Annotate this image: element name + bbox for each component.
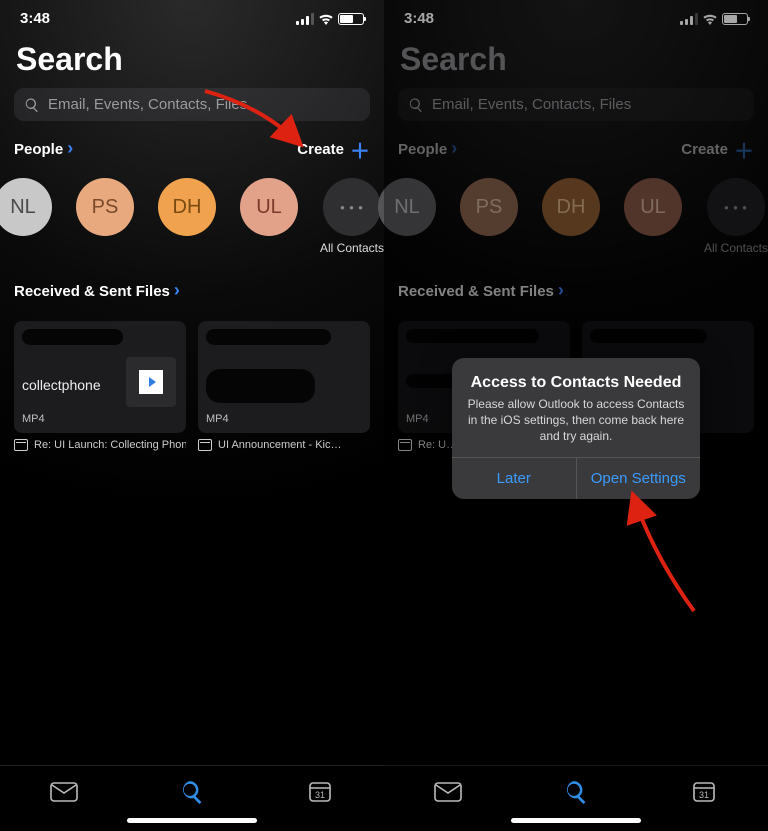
create-label: Create	[297, 141, 344, 158]
dialog-title: Access to Contacts Needed	[466, 374, 686, 392]
files-row: collectphone MP4 MP4	[0, 309, 384, 433]
all-contacts-label: All Contacts	[320, 242, 384, 255]
status-time: 3:48	[20, 10, 50, 27]
person-item[interactable]: PS	[74, 178, 136, 256]
play-icon	[149, 377, 156, 387]
file-meta-text: Re: UI Launch: Collecting Phone Num…	[34, 439, 186, 451]
status-indicators	[296, 13, 364, 25]
chevron-right-icon: ›	[67, 138, 73, 159]
wifi-icon	[318, 13, 334, 25]
avatar: NL	[0, 178, 52, 236]
bottom-nav: 31	[0, 765, 384, 812]
file-meta[interactable]: UI Announcement - Kic…	[198, 439, 370, 451]
calendar-icon: 31	[692, 780, 716, 804]
nav-mail[interactable]	[434, 780, 462, 804]
mail-icon	[50, 781, 78, 803]
later-button[interactable]: Later	[452, 458, 576, 499]
search-icon	[563, 779, 589, 805]
people-link[interactable]: People ›	[14, 140, 73, 159]
search-input[interactable]: Email, Events, Contacts, Files	[14, 88, 370, 121]
calendar-icon: 31	[308, 780, 332, 804]
person-name	[267, 242, 270, 256]
redacted-block	[206, 369, 315, 403]
files-header-row: Received & Sent Files ›	[0, 264, 384, 309]
cellular-icon	[296, 13, 314, 25]
person-name	[21, 242, 24, 256]
status-bar: 3:48	[0, 0, 384, 31]
mail-icon	[198, 439, 212, 451]
search-icon	[179, 779, 205, 805]
all-contacts-item[interactable]: ● ● ● All Contacts	[320, 178, 384, 256]
file-meta-row: Re: UI Launch: Collecting Phone Num… UI …	[0, 433, 384, 451]
nav-mail[interactable]	[50, 780, 78, 804]
nav-calendar[interactable]: 31	[306, 780, 334, 804]
home-indicator[interactable]	[511, 818, 641, 823]
files-link[interactable]: Received & Sent Files ›	[14, 282, 180, 301]
mail-icon	[14, 439, 28, 451]
file-ext: MP4	[22, 413, 178, 425]
avatar: UL	[240, 178, 298, 236]
permissions-dialog: Access to Contacts Needed Please allow O…	[452, 358, 700, 499]
plus-icon: ＋	[350, 135, 370, 164]
file-meta-text: UI Announcement - Kic…	[218, 439, 342, 451]
screenshot-left: 3:48 Search Email, Events, Contacts, Fil…	[0, 0, 384, 831]
svg-text:31: 31	[699, 790, 709, 800]
redacted-block	[206, 329, 331, 345]
files-label: Received & Sent Files	[14, 283, 170, 300]
people-carousel[interactable]: NL PS DH UL ● ● ● All Contacts	[0, 172, 384, 264]
svg-text:31: 31	[315, 790, 325, 800]
people-header-row: People › Create ＋	[0, 135, 384, 172]
battery-icon	[338, 13, 364, 25]
search-placeholder: Email, Events, Contacts, Files	[48, 96, 247, 113]
dialog-buttons: Later Open Settings	[452, 457, 700, 499]
page-title: Search	[0, 31, 384, 88]
chevron-right-icon: ›	[174, 280, 180, 301]
redacted-block	[22, 329, 123, 345]
avatar: PS	[76, 178, 134, 236]
mail-icon	[434, 781, 462, 803]
home-indicator[interactable]	[127, 818, 257, 823]
nav-calendar[interactable]: 31	[690, 780, 718, 804]
person-name	[103, 242, 106, 256]
search-icon	[24, 97, 40, 113]
file-meta[interactable]: Re: UI Launch: Collecting Phone Num…	[14, 439, 186, 451]
screenshot-right: 3:48 Search Email, Events, Contacts, Fil…	[384, 0, 768, 831]
more-icon: ● ● ●	[323, 178, 381, 236]
person-item[interactable]: DH	[156, 178, 218, 256]
person-item[interactable]: NL	[0, 178, 54, 256]
file-card[interactable]: collectphone MP4	[14, 321, 186, 433]
file-card[interactable]: MP4	[198, 321, 370, 433]
nav-search[interactable]	[562, 780, 590, 804]
create-contact-button[interactable]: Create ＋	[297, 135, 370, 164]
nav-search[interactable]	[178, 780, 206, 804]
avatar: DH	[158, 178, 216, 236]
person-name	[185, 242, 188, 256]
file-ext: MP4	[206, 413, 362, 425]
people-label: People	[14, 141, 63, 158]
person-item[interactable]: UL	[238, 178, 300, 256]
bottom-nav: 31	[384, 765, 768, 812]
open-settings-button[interactable]: Open Settings	[576, 458, 701, 499]
dialog-message: Please allow Outlook to access Contacts …	[466, 396, 686, 445]
video-thumbnail	[126, 357, 176, 407]
